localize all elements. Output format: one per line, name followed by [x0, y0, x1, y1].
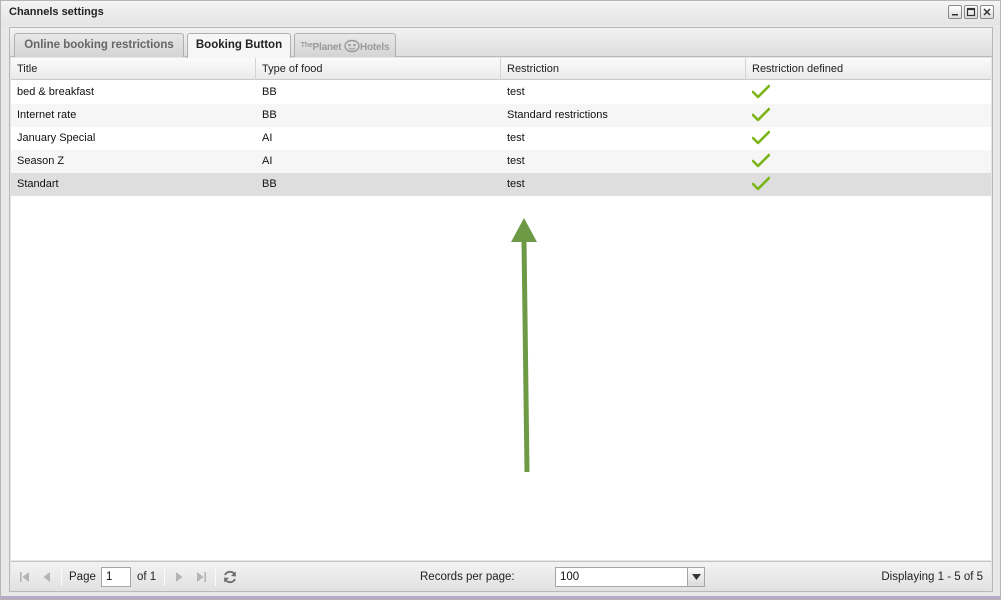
- paging-toolbar: Page of 1 Records per page: 100 Displayi…: [11, 561, 991, 591]
- cell-restriction: test: [507, 155, 525, 167]
- cell-title: bed & breakfast: [17, 86, 95, 98]
- records-per-page-value: 100: [560, 571, 580, 583]
- close-icon: [983, 8, 991, 16]
- window-bottom-border: [1, 596, 1001, 599]
- cell-type-of-food: BB: [262, 109, 277, 121]
- cell-restriction-defined: [746, 104, 991, 127]
- prev-page-icon[interactable]: [39, 569, 55, 585]
- annotation-arrow-icon: [511, 218, 537, 473]
- tab-panel: Online booking restrictions Booking Butt…: [9, 27, 993, 592]
- window-titlebar[interactable]: Channels settings: [1, 1, 1000, 25]
- window-title: Channels settings: [9, 6, 104, 18]
- tab-booking-button[interactable]: Booking Button: [187, 33, 291, 58]
- maximize-icon: [966, 7, 976, 17]
- toolbar-separator: [164, 568, 165, 586]
- cell-restriction-defined: [746, 81, 991, 104]
- cell-restriction-defined: [746, 127, 991, 150]
- cell-restriction-defined: [746, 150, 991, 173]
- records-per-page-label: Records per page:: [420, 571, 515, 583]
- close-button[interactable]: [980, 5, 994, 19]
- page-number-input[interactable]: [101, 567, 131, 587]
- tab-online-booking-restrictions[interactable]: Online booking restrictions: [14, 33, 184, 57]
- table-row[interactable]: bed & breakfast BB test: [11, 81, 991, 104]
- first-page-icon[interactable]: [17, 569, 33, 585]
- minimize-icon: [952, 14, 958, 16]
- records-per-page-select[interactable]: 100: [555, 567, 705, 587]
- records-per-page-trigger[interactable]: [687, 568, 704, 586]
- tab-label: Booking Button: [195, 39, 283, 51]
- column-header-restriction-defined[interactable]: Restriction defined: [746, 58, 991, 80]
- column-header-title[interactable]: Title: [11, 58, 256, 80]
- cell-title: Internet rate: [17, 109, 77, 121]
- channels-settings-window: Channels settings Online booking restric…: [0, 0, 1001, 600]
- maximize-button[interactable]: [964, 5, 978, 19]
- table-row-selected[interactable]: Standart BB test: [11, 173, 991, 196]
- check-icon: [752, 130, 770, 145]
- chevron-down-icon: [692, 574, 701, 580]
- planet-hotels-logo: ThePlanet Hotels: [301, 39, 390, 53]
- minimize-button[interactable]: [948, 5, 962, 19]
- grid-header: Title Type of food Restriction Restricti…: [11, 58, 991, 80]
- cell-type-of-food: BB: [262, 178, 277, 190]
- check-icon: [752, 153, 770, 168]
- refresh-icon[interactable]: [222, 569, 238, 585]
- cell-restriction: test: [507, 132, 525, 144]
- cell-restriction-defined: [746, 173, 991, 196]
- tab-strip: Online booking restrictions Booking Butt…: [10, 28, 992, 58]
- next-page-icon[interactable]: [171, 569, 187, 585]
- column-header-type-of-food[interactable]: Type of food: [256, 58, 501, 80]
- tab-the-planet-hotels[interactable]: ThePlanet Hotels: [294, 33, 396, 57]
- page-label: Page: [69, 571, 96, 583]
- check-icon: [752, 107, 770, 122]
- toolbar-separator: [61, 568, 62, 586]
- cell-type-of-food: AI: [262, 155, 273, 167]
- cell-restriction: Standard restrictions: [507, 109, 608, 121]
- cell-restriction: test: [507, 178, 525, 190]
- toolbar-separator: [215, 568, 216, 586]
- table-row[interactable]: January Special AI test: [11, 127, 991, 150]
- check-icon: [752, 176, 770, 191]
- check-icon: [752, 84, 770, 99]
- table-row[interactable]: Season Z AI test: [11, 150, 991, 173]
- cell-type-of-food: AI: [262, 132, 273, 144]
- cell-title: January Special: [17, 132, 96, 144]
- last-page-icon[interactable]: [193, 569, 209, 585]
- planet-logo-icon: [344, 39, 360, 53]
- tab-label: Online booking restrictions: [24, 39, 174, 51]
- rate-grid: Title Type of food Restriction Restricti…: [11, 58, 991, 560]
- table-row[interactable]: Internet rate BB Standard restrictions: [11, 104, 991, 127]
- page-count-label: of 1: [137, 571, 157, 583]
- cell-restriction: test: [507, 86, 525, 98]
- cell-title: Season Z: [17, 155, 65, 167]
- column-header-restriction[interactable]: Restriction: [501, 58, 746, 80]
- cell-type-of-food: BB: [262, 86, 277, 98]
- displaying-count: Displaying 1 - 5 of 5: [881, 571, 983, 583]
- cell-title: Standart: [17, 178, 59, 190]
